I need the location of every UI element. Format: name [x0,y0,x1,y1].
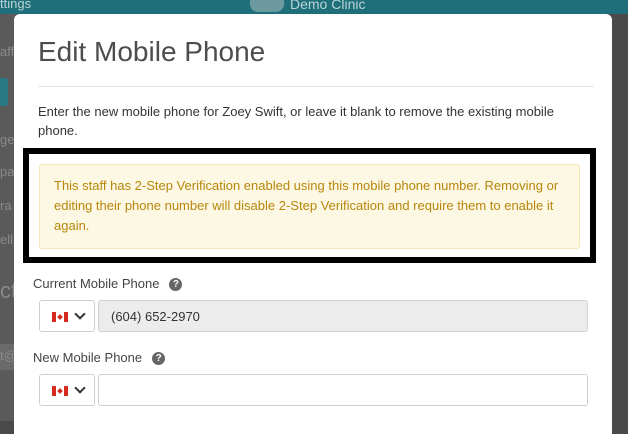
modal-intro-text: Enter the new mobile phone for Zoey Swif… [38,104,554,138]
clinic-logo-icon [250,0,284,12]
canada-flag-icon [52,312,68,322]
edit-mobile-phone-modal: Edit Mobile Phone Enter the new mobile p… [14,14,612,434]
background-text: pa [0,164,15,179]
new-country-select[interactable] [39,374,95,406]
help-icon[interactable]: ? [152,352,166,365]
chevron-down-icon [74,382,86,394]
current-mobile-phone-label: Current Mobile Phone? [33,276,183,291]
help-icon[interactable]: ? [169,278,183,291]
background-settings-link: ttings [0,0,32,11]
background-text: ra [0,198,12,213]
background-topbar: ttings Demo Clinic [0,0,628,14]
new-mobile-phone-label-text: New Mobile Phone [33,350,143,365]
chevron-down-icon [74,308,86,320]
current-country-select[interactable] [39,300,95,332]
warning-highlight-box: This staff has 2-Step Verification enabl… [23,148,596,263]
background-text: aff [0,44,15,59]
new-mobile-phone-label: New Mobile Phone? [33,350,166,365]
modal-title: Edit Mobile Phone [38,36,266,67]
background-text: ell [0,232,14,247]
canada-flag-icon [52,386,68,396]
background-button [0,78,8,106]
new-mobile-phone-field[interactable] [98,374,588,406]
two-step-warning-alert: This staff has 2-Step Verification enabl… [39,164,580,249]
background-clinic-name: Demo Clinic [290,0,366,12]
background-text: ge [0,132,15,147]
title-divider [38,86,594,87]
current-mobile-phone-field [98,300,588,332]
current-mobile-phone-label-text: Current Mobile Phone [33,276,160,291]
